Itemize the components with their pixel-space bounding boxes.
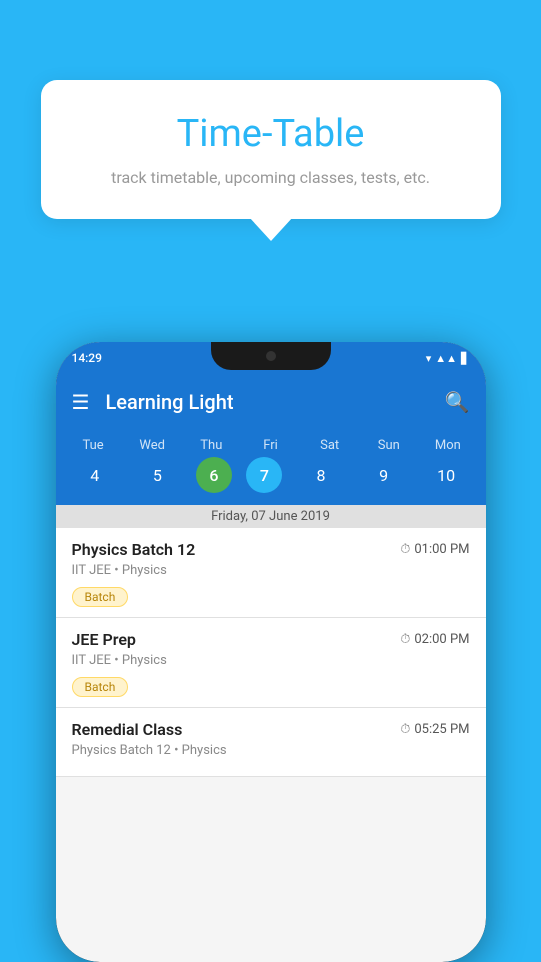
date-label-bar: Friday, 07 June 2019 xyxy=(56,505,486,528)
day-8[interactable]: 8 xyxy=(297,457,345,493)
class-name-1: Physics Batch 12 xyxy=(72,540,196,559)
app-bar: ☰ Learning Light 🔍 xyxy=(56,374,486,430)
calendar-strip: Tue Wed Thu Fri Sat Sun Mon 4 5 6 7 8 9 … xyxy=(56,430,486,505)
schedule-item-1[interactable]: Physics Batch 12 ⏱ 01:00 PM IIT JEE • Ph… xyxy=(56,528,486,618)
app-title: Learning Light xyxy=(105,390,233,414)
schedule-item-3-header: Remedial Class ⏱ 05:25 PM xyxy=(72,720,470,739)
class-name-3: Remedial Class xyxy=(72,720,183,739)
app-bar-left: ☰ Learning Light xyxy=(72,390,234,414)
day-label-sat: Sat xyxy=(306,438,354,453)
schedule-list: Physics Batch 12 ⏱ 01:00 PM IIT JEE • Ph… xyxy=(56,528,486,777)
search-icon[interactable]: 🔍 xyxy=(445,390,470,414)
day-label-fri: Fri xyxy=(246,438,294,453)
schedule-item-2[interactable]: JEE Prep ⏱ 02:00 PM IIT JEE • Physics Ba… xyxy=(56,618,486,708)
day-label-mon: Mon xyxy=(424,438,472,453)
status-icons: ▾ ▲▲ ▋ xyxy=(426,352,470,365)
day-label-sun: Sun xyxy=(365,438,413,453)
clock-icon-3: ⏱ xyxy=(400,722,410,737)
day-10[interactable]: 10 xyxy=(422,457,470,493)
class-time-2: ⏱ 02:00 PM xyxy=(400,632,469,647)
class-time-1: ⏱ 01:00 PM xyxy=(400,542,469,557)
day-4[interactable]: 4 xyxy=(71,457,119,493)
battery-icon: ▋ xyxy=(461,352,469,365)
schedule-item-1-header: Physics Batch 12 ⏱ 01:00 PM xyxy=(72,540,470,559)
day-label-thu: Thu xyxy=(187,438,235,453)
phone-frame: 14:29 ▾ ▲▲ ▋ ☰ Learning Light 🔍 Tue xyxy=(56,342,486,962)
day-6-today[interactable]: 6 xyxy=(196,457,232,493)
tooltip-subtitle: track timetable, upcoming classes, tests… xyxy=(89,168,453,187)
tooltip-card: Time-Table track timetable, upcoming cla… xyxy=(41,80,501,219)
class-name-2: JEE Prep xyxy=(72,630,136,649)
batch-badge-1: Batch xyxy=(72,587,129,607)
schedule-item-2-header: JEE Prep ⏱ 02:00 PM xyxy=(72,630,470,649)
day-label-wed: Wed xyxy=(128,438,176,453)
day-9[interactable]: 9 xyxy=(360,457,408,493)
batch-badge-2: Batch xyxy=(72,677,129,697)
clock-icon-1: ⏱ xyxy=(400,542,410,557)
schedule-item-3[interactable]: Remedial Class ⏱ 05:25 PM Physics Batch … xyxy=(56,708,486,777)
hamburger-icon[interactable]: ☰ xyxy=(72,390,90,414)
day-5[interactable]: 5 xyxy=(133,457,181,493)
signal-icon: ▲▲ xyxy=(435,352,457,365)
day-label-tue: Tue xyxy=(69,438,117,453)
status-time: 14:29 xyxy=(72,351,102,365)
day-headers: Tue Wed Thu Fri Sat Sun Mon xyxy=(56,438,486,453)
phone-wrapper: 14:29 ▾ ▲▲ ▋ ☰ Learning Light 🔍 Tue xyxy=(56,342,486,962)
tooltip-title: Time-Table xyxy=(89,112,453,156)
class-info-3: Physics Batch 12 • Physics xyxy=(72,743,470,758)
day-7-selected[interactable]: 7 xyxy=(246,457,282,493)
class-time-3: ⏱ 05:25 PM xyxy=(400,722,469,737)
top-section: Time-Table track timetable, upcoming cla… xyxy=(0,0,541,219)
class-info-2: IIT JEE • Physics xyxy=(72,653,470,668)
wifi-icon: ▾ xyxy=(426,352,432,365)
clock-icon-2: ⏱ xyxy=(400,632,410,647)
day-numbers: 4 5 6 7 8 9 10 xyxy=(56,453,486,501)
phone-content: 14:29 ▾ ▲▲ ▋ ☰ Learning Light 🔍 Tue xyxy=(56,342,486,962)
camera-dot xyxy=(266,351,276,361)
class-info-1: IIT JEE • Physics xyxy=(72,563,470,578)
phone-notch xyxy=(211,342,331,370)
